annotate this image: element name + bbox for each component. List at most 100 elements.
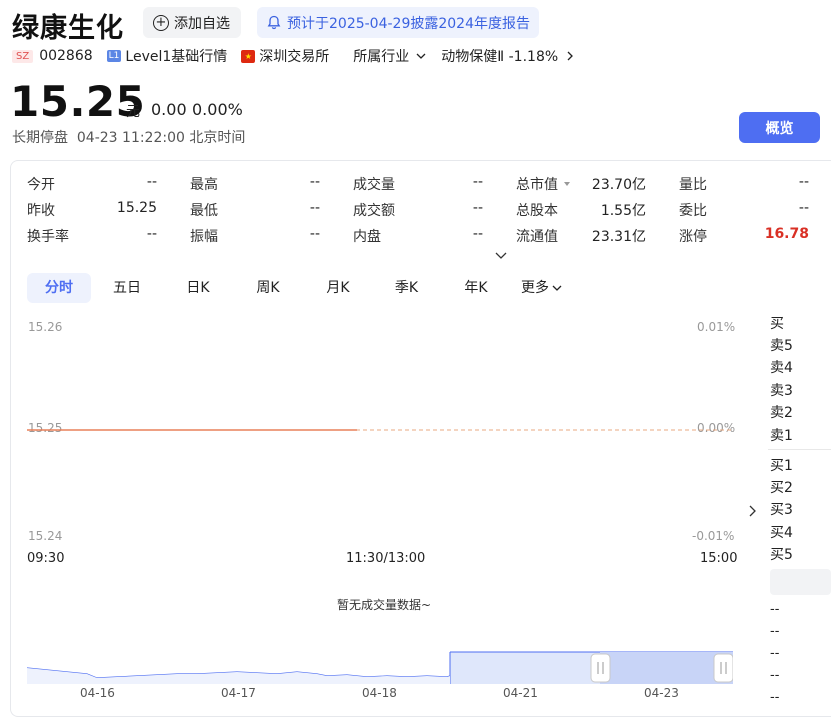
trade-row: -- [770,690,780,705]
stat-label: 今开 [27,177,55,193]
stat-value: -- [472,226,483,242]
stat-label: 成交额 [353,203,395,219]
stat-label: 涨停 [679,229,707,245]
navigator-date: 04-21 [503,686,538,700]
trade-row: -- [770,624,780,639]
industry-value: 动物保健Ⅱ -1.18% [441,49,559,65]
orderbook-divider [768,449,831,450]
orderbook-header: 买 [770,316,784,332]
no-volume-message: 暂无成交量数据~ [337,598,432,612]
navigator-range-fill [600,652,733,684]
collapse-orderbook-icon[interactable] [747,504,757,518]
tab-intraday[interactable]: 分时 [27,273,91,303]
stat-label: 换手率 [27,229,69,245]
trade-row: -- [770,602,780,617]
stat-label: 内盘 [353,229,381,245]
tab-weekly-k[interactable]: 周K [233,273,303,303]
trade-row: -- [770,668,780,683]
stat-value: -- [798,174,809,190]
orderbook-buy-level: 买5 [770,547,793,563]
price-unit: 元 [126,104,140,120]
orderbook-buy-level: 买1 [770,458,793,474]
chevron-down-icon [552,285,562,291]
report-notice-label: 预计于2025-04-29披露2024年度报告 [287,15,530,32]
limit-up-value: 16.78 [764,226,809,242]
trade-row: -- [770,646,780,661]
intraday-chart [27,429,733,431]
navigator-handle-right[interactable] [713,653,733,683]
stat-label: 委比 [679,203,707,219]
stat-value: -- [472,174,483,190]
stat-label: 成交量 [353,177,395,193]
orderbook-sell-level: 卖3 [770,383,793,399]
orderbook-buy-level: 买3 [770,502,793,518]
stat-value: -- [798,200,809,216]
x-tick: 11:30/13:00 [346,551,426,566]
china-flag-icon: ★ [241,49,256,63]
stat-value: 15.25 [116,200,157,216]
chevron-right-icon [567,51,574,61]
report-notice-button[interactable]: 预计于2025-04-29披露2024年度报告 [257,7,539,38]
orderbook-buy-level: 买2 [770,480,793,496]
tab-five-day[interactable]: 五日 [91,273,163,303]
chart-tabs: 分时 五日 日K 周K 月K 季K 年K 更多 [27,273,572,303]
stock-code: 002868 [39,48,93,64]
exchange-tag: SZ [12,49,34,63]
industry-link[interactable]: 动物保健Ⅱ -1.18% [441,46,576,66]
bell-icon [267,15,281,30]
stat-label: 最高 [190,177,218,193]
orderbook-buy-level: 买4 [770,525,793,541]
stat-label: 振幅 [190,229,218,245]
stat-label: 总市值 [516,177,558,193]
orderbook-sell-level: 卖5 [770,338,793,354]
price-change-percent: 0.00% [192,100,243,119]
navigator-date: 04-17 [221,686,256,700]
x-tick: 09:30 [27,551,65,566]
expand-stats-icon[interactable] [494,250,508,262]
add-watchlist-button[interactable]: + 添加自选 [143,7,241,38]
plus-circle-icon: + [153,14,169,31]
orderbook-sell-level: 卖4 [770,360,793,376]
range-navigator[interactable] [27,650,733,686]
stat-value: 23.31亿 [591,229,646,245]
stat-label: 最低 [190,203,218,219]
tab-more-label: 更多 [521,280,549,296]
stat-label: 昨收 [27,203,55,219]
market-cap-sort[interactable]: 总市值 [516,174,572,194]
orderbook-sell-level: 卖1 [770,428,793,444]
level-text: Level1基础行情 [125,49,228,65]
tab-yearly-k[interactable]: 年K [440,273,512,303]
trades-header-box [770,569,831,595]
tab-more[interactable]: 更多 [512,273,572,303]
navigator-date: 04-16 [80,686,115,700]
industry-dropdown[interactable]: 所属行业 [353,46,427,66]
stock-meta: SZ 002868 L1 Level1基础行情 ★ 深圳交易所 所属行业 动物保… [12,46,576,66]
add-watchlist-label: 添加自选 [174,15,230,32]
stat-value: -- [309,174,320,190]
stat-value: 23.70亿 [591,177,646,193]
stat-value: -- [309,200,320,216]
price-change: 0.00 [151,100,187,119]
stat-value: -- [309,226,320,242]
stat-label: 量比 [679,177,707,193]
chevron-down-icon [416,53,426,59]
stock-name: 绿康生化 [12,13,124,44]
stat-value: -- [472,200,483,216]
stat-value: 1.55亿 [600,203,646,219]
stat-value: -- [146,174,157,190]
x-tick: 15:00 [700,551,738,566]
industry-label: 所属行业 [353,49,410,65]
tab-monthly-k[interactable]: 月K [303,273,373,303]
level-icon: L1 [106,50,122,62]
stat-label: 流通值 [516,229,558,245]
navigator-handle-left[interactable] [590,653,611,683]
stat-value: -- [146,226,157,242]
stat-label: 总股本 [516,203,558,219]
overview-button[interactable]: 概览 [739,112,820,143]
orderbook-sell-level: 卖2 [770,405,793,421]
navigator-date: 04-18 [362,686,397,700]
navigator-date: 04-23 [644,686,679,700]
tab-daily-k[interactable]: 日K [163,273,233,303]
market-name: 深圳交易所 [259,49,330,65]
tab-quarterly-k[interactable]: 季K [373,273,440,303]
